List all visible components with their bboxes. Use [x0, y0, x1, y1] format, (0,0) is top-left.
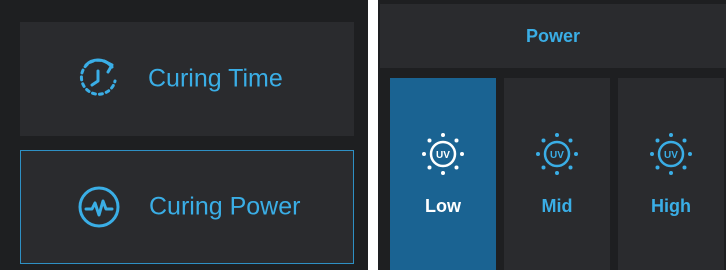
power-level-low-button[interactable]: UV Low [390, 78, 496, 270]
power-level-label: Low [425, 196, 461, 216]
svg-text:UV: UV [436, 150, 450, 161]
svg-text:UV: UV [664, 150, 678, 161]
power-level-high-button[interactable]: UV High [618, 78, 724, 270]
curing-time-button[interactable]: Curing Time [20, 22, 354, 136]
svg-text:UV: UV [550, 150, 564, 161]
power-level-screen: Power UV Low UV Mid UV High [378, 0, 726, 270]
curing-power-button[interactable]: Curing Power [20, 150, 354, 264]
uv-sun-icon: UV [422, 133, 464, 175]
power-panel-title: Power [380, 4, 726, 68]
curing-power-label: Curing Power [149, 192, 301, 221]
curing-time-label: Curing Time [148, 64, 283, 93]
power-level-label: High [651, 196, 691, 216]
curing-menu-screen: Curing Time Curing Power [0, 0, 368, 270]
clock-refresh-icon [79, 58, 117, 96]
uv-sun-icon: UV [650, 133, 692, 175]
uv-sun-icon: UV [536, 133, 578, 175]
power-level-label: Mid [541, 196, 573, 216]
power-level-mid-button[interactable]: UV Mid [504, 78, 610, 270]
power-pulse-icon [78, 186, 120, 228]
